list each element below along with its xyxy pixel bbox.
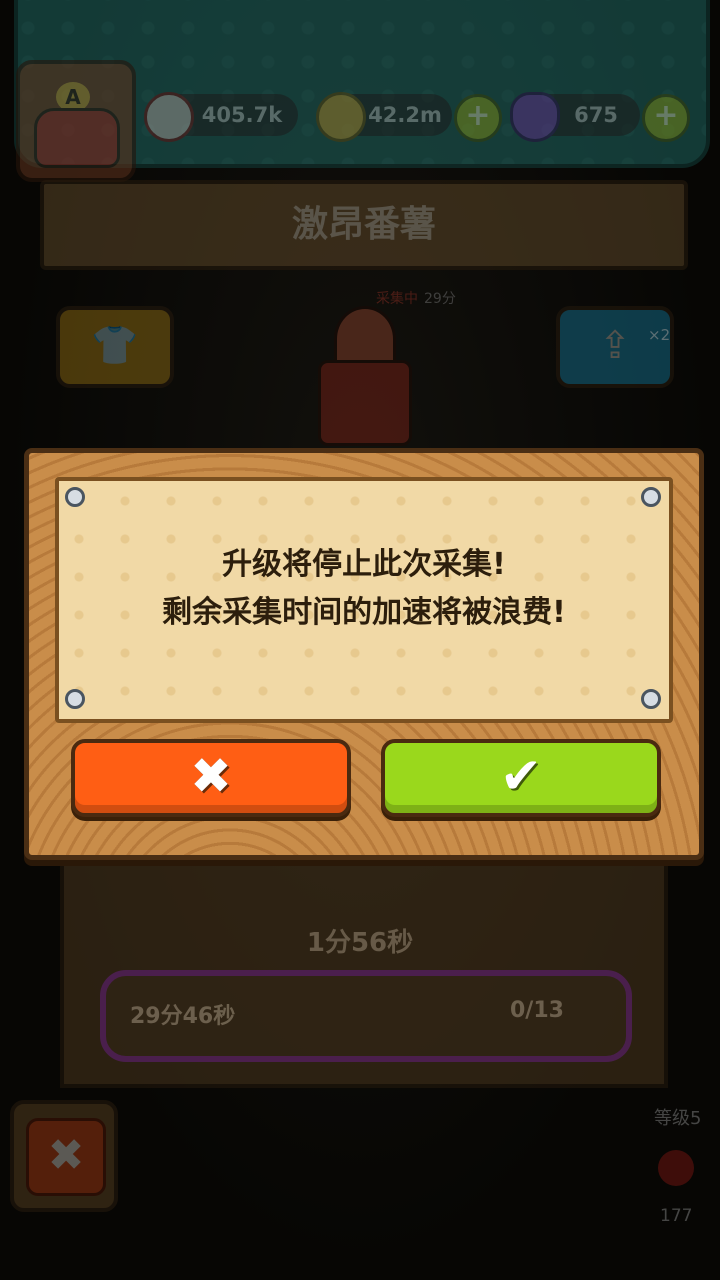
cancel-button[interactable]: ✖ [71,739,351,817]
rivet-icon [65,487,85,507]
upgrade-warning-dialog: 升级将停止此次采集! 剩余采集时间的加速将被浪费! ✖ ✔ [24,448,704,860]
rivet-icon [641,487,661,507]
check-icon: ✔ [500,747,542,805]
confirm-button[interactable]: ✔ [381,739,661,817]
dialog-parchment: 升级将停止此次采集! 剩余采集时间的加速将被浪费! [55,477,673,723]
dialog-message-line2: 剩余采集时间的加速将被浪费! [162,595,566,630]
rivet-icon [641,689,661,709]
rivet-icon [65,689,85,709]
x-icon: ✖ [190,747,232,805]
dialog-message-line1: 升级将停止此次采集! [222,547,506,582]
